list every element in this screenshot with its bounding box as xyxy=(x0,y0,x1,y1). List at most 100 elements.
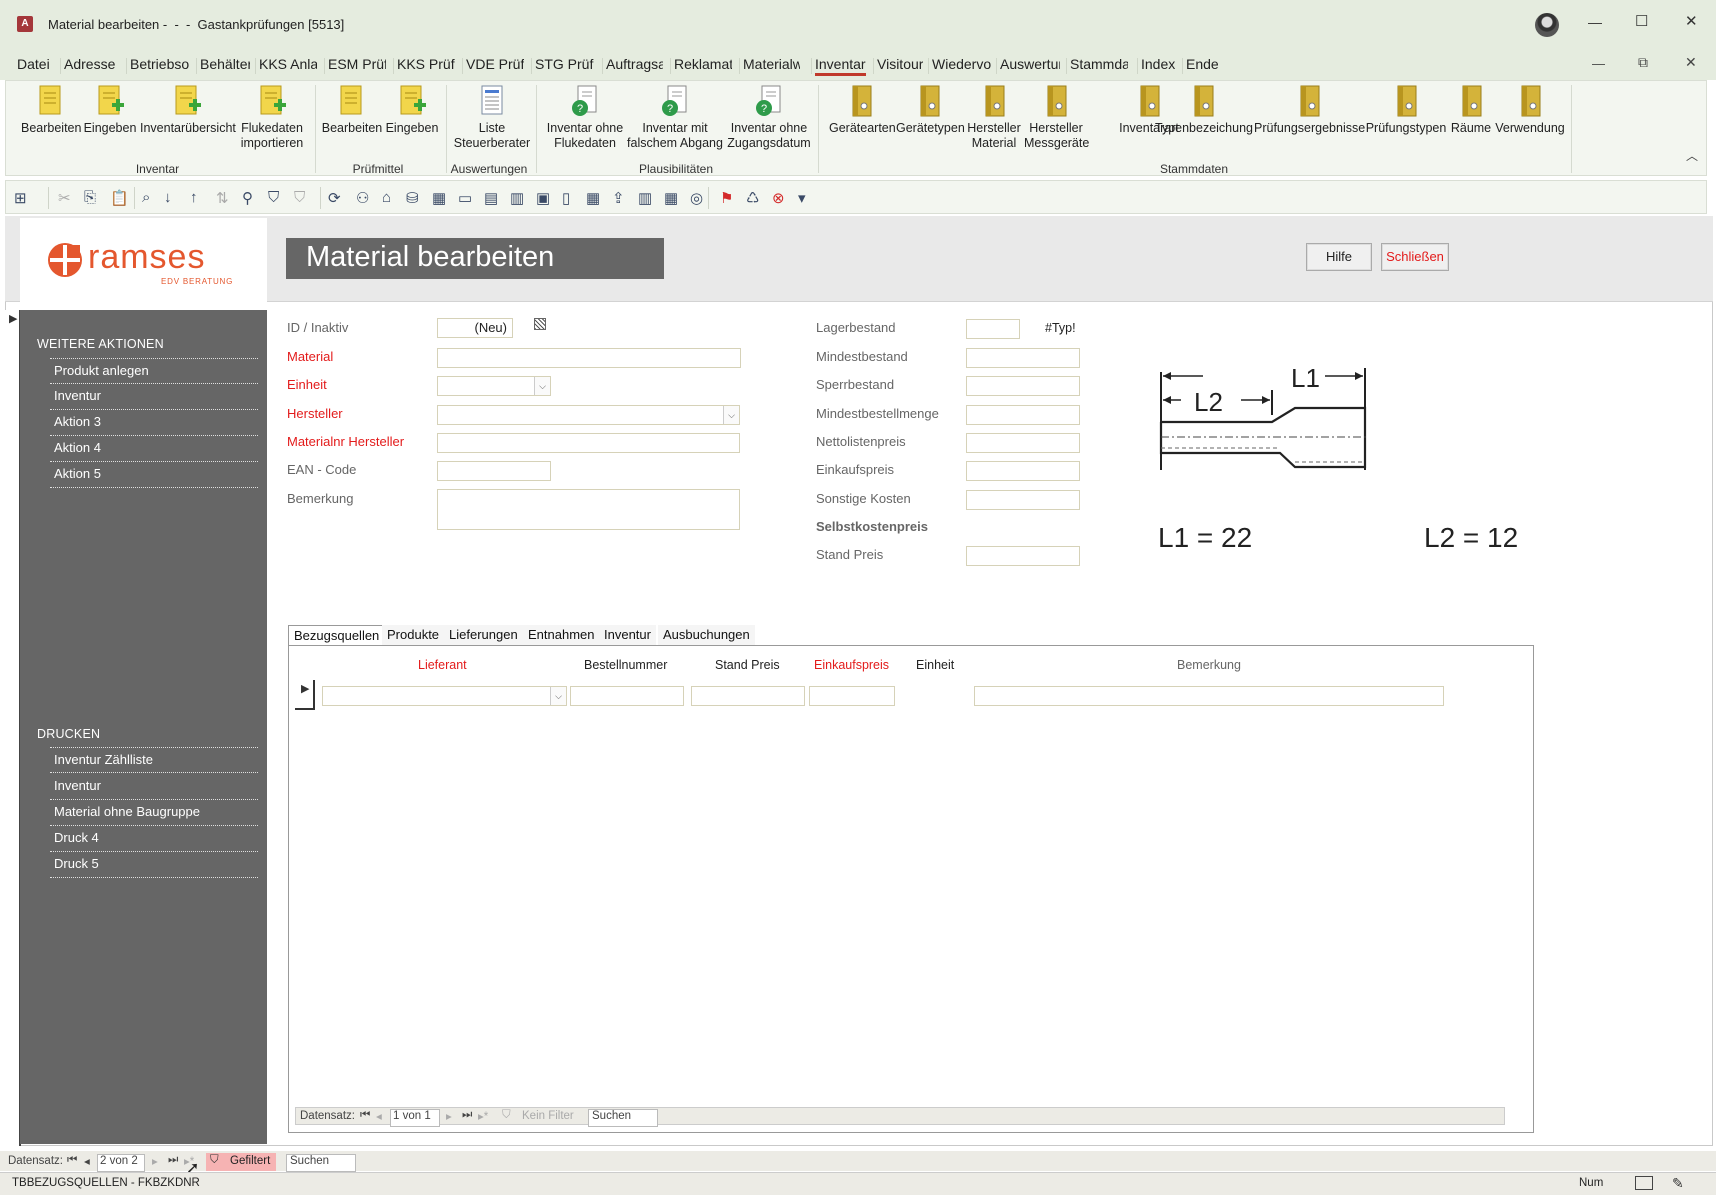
menu-item-kks-anlag[interactable]: KKS Anlag xyxy=(259,56,317,72)
sidebar-item-inventur-druck[interactable]: Inventur xyxy=(50,774,258,800)
inner-restore-button[interactable]: ⧉ xyxy=(1638,54,1648,71)
materialnr-field[interactable] xyxy=(437,433,740,453)
remove-filter-icon[interactable]: ⛉ xyxy=(294,189,312,207)
menu-item-vde-prüfur[interactable]: VDE Prüfur xyxy=(466,56,524,72)
sort-asc-icon[interactable]: ↓ xyxy=(164,189,182,207)
chart-icon[interactable]: ▥ xyxy=(638,189,656,207)
subform-filter-status[interactable]: Kein Filter xyxy=(522,1110,574,1128)
material-field[interactable] xyxy=(437,348,741,368)
menu-item-datei[interactable]: Datei xyxy=(17,56,50,72)
ribbon-inventar-eingeben-button[interactable]: Eingeben xyxy=(82,84,138,136)
ean-field[interactable] xyxy=(437,461,551,481)
ribbon-pruefmittel-eingeben-button[interactable]: Eingeben xyxy=(384,84,440,136)
sidebar-item-aktion-4[interactable]: Aktion 4 xyxy=(50,436,258,462)
advanced-filter-icon[interactable]: ⚲ xyxy=(242,189,260,207)
sidebar-item-inventur-zaehlliste[interactable]: Inventur Zählliste xyxy=(50,747,258,773)
einkaufspreis-field[interactable] xyxy=(966,461,1080,481)
cancel-icon[interactable]: ⊗ xyxy=(772,189,790,207)
inner-minimize-button[interactable]: — xyxy=(1592,56,1605,71)
sidebar-item-aktion-3[interactable]: Aktion 3 xyxy=(50,410,258,436)
main-first-record-icon[interactable]: ⏮ xyxy=(67,1154,77,1172)
sonstige-kosten-field[interactable] xyxy=(966,490,1080,510)
nettolistenpreis-field[interactable] xyxy=(966,433,1080,453)
stand-preis-cell[interactable] xyxy=(691,686,805,706)
subform-filter-icon[interactable]: ⛉ xyxy=(502,1109,511,1127)
ribbon-geraetearten-button[interactable]: Gerätearten xyxy=(829,84,896,136)
hersteller-combo[interactable]: ⌵ xyxy=(437,405,740,425)
main-next-record-icon[interactable]: ▸ xyxy=(152,1154,158,1172)
macro-icon[interactable]: ▣ xyxy=(536,189,554,207)
close-window-button[interactable]: ✕ xyxy=(1685,12,1698,30)
ribbon-verwendung-button[interactable]: Verwendung xyxy=(1494,84,1566,136)
ribbon-raeume-button[interactable]: Räume xyxy=(1450,84,1492,136)
menu-item-betriebsor[interactable]: Betriebsor xyxy=(130,56,190,72)
user-avatar[interactable] xyxy=(1535,13,1559,37)
sidebar-item-material-ohne-baugruppe[interactable]: Material ohne Baugruppe xyxy=(50,800,258,826)
subform-record-position[interactable]: 1 von 1 xyxy=(390,1109,440,1127)
sidebar-item-inventur[interactable]: Inventur xyxy=(50,384,258,410)
subform-next-record-icon[interactable]: ▸ xyxy=(446,1109,452,1127)
grid-icon[interactable]: ▦ xyxy=(664,189,682,207)
ribbon-inventar-ohne-zugangsdatum-button[interactable]: ? Inventar ohne Zugangsdatum xyxy=(726,84,812,151)
menu-item-behälter[interactable]: Behälter xyxy=(200,56,250,72)
sidebar-item-produkt-anlegen[interactable]: Produkt anlegen xyxy=(50,358,258,384)
view-icon[interactable]: ⊞ xyxy=(14,189,32,207)
ribbon-collapse-icon[interactable]: ︿ xyxy=(1686,147,1698,164)
form-view-icon[interactable] xyxy=(1635,1176,1653,1190)
menu-item-stammdat[interactable]: Stammdat xyxy=(1070,56,1128,72)
inaktiv-checkbox[interactable] xyxy=(534,318,546,330)
tab-bezugsquellen[interactable]: Bezugsquellen xyxy=(288,625,386,647)
ribbon-typenbezeichung-button[interactable]: Typenbezeichung xyxy=(1155,84,1253,136)
menu-item-kks-prüfur[interactable]: KKS Prüfur xyxy=(397,56,455,72)
recycle-icon[interactable]: ♺ xyxy=(746,189,764,207)
subform-record-selector[interactable]: ▶ xyxy=(295,680,315,710)
minimize-button[interactable]: — xyxy=(1588,14,1602,30)
main-record-position[interactable]: 2 von 2 xyxy=(97,1154,145,1172)
tab-inventur[interactable]: Inventur xyxy=(599,625,656,646)
query-icon[interactable]: ▥ xyxy=(510,189,528,207)
mindestbestellmenge-field[interactable] xyxy=(966,405,1080,425)
menu-item-wiedervor[interactable]: Wiedervor xyxy=(932,56,992,72)
form-icon[interactable]: ▭ xyxy=(458,189,476,207)
main-prev-record-icon[interactable]: ◂ xyxy=(84,1154,90,1172)
filter-icon[interactable]: ⛉ xyxy=(268,189,286,207)
menu-item-ende[interactable]: Ende xyxy=(1186,56,1218,72)
menu-item-auftragsat[interactable]: Auftragsat xyxy=(606,56,663,72)
menu-item-visitour[interactable]: Visitour xyxy=(877,56,923,72)
id-field[interactable]: (Neu) xyxy=(437,318,513,338)
sperrbestand-field[interactable] xyxy=(966,376,1080,396)
calendar-icon[interactable]: ▦ xyxy=(586,189,604,207)
subform-last-record-icon[interactable]: ⏭ xyxy=(462,1109,472,1127)
subform-new-record-icon[interactable]: ▸* xyxy=(478,1109,488,1127)
ribbon-hersteller-messgeraete-button[interactable]: Hersteller Messgeräte xyxy=(1024,84,1089,151)
ribbon-inventar-bearbeiten-button[interactable]: Bearbeiten xyxy=(21,84,81,136)
sidebar-item-druck-5[interactable]: Druck 5 xyxy=(50,852,258,878)
menu-item-stg-prüfur[interactable]: STG Prüfur xyxy=(535,56,594,72)
chevron-down-icon[interactable]: ⌵ xyxy=(723,406,739,424)
menu-item-materialwi[interactable]: Materialwi xyxy=(743,56,800,72)
einkaufspreis-cell[interactable] xyxy=(809,686,895,706)
inner-close-button[interactable]: ✕ xyxy=(1685,54,1697,71)
einheit-combo[interactable]: ⌵ xyxy=(437,376,551,396)
close-form-button[interactable]: Schließen xyxy=(1381,243,1449,271)
ribbon-pruefungsergebnisse-button[interactable]: Prüfungsergebnisse xyxy=(1254,84,1365,136)
table-icon[interactable]: ▦ xyxy=(432,189,450,207)
chevron-down-icon[interactable]: ⌵ xyxy=(550,687,566,705)
tab-entnahmen[interactable]: Entnahmen xyxy=(523,625,600,646)
design-view-icon[interactable]: ✎ xyxy=(1672,1175,1684,1192)
menu-item-esm-prüfu[interactable]: ESM Prüfu xyxy=(328,56,386,72)
subform-search-input[interactable]: Suchen xyxy=(588,1109,658,1127)
ribbon-pruefungstypen-button[interactable]: Prüfungstypen xyxy=(1365,84,1447,136)
subform-prev-record-icon[interactable]: ◂ xyxy=(376,1109,382,1127)
paste-icon[interactable]: 📋 xyxy=(110,189,129,207)
find-icon[interactable]: ⌕ xyxy=(142,189,160,207)
report-icon[interactable]: ▤ xyxy=(484,189,502,207)
lieferant-combo[interactable]: ⌵ xyxy=(322,686,567,706)
ribbon-inventar-falscher-abgang-button[interactable]: ? Inventar mit falschem Abgang xyxy=(627,84,723,151)
bemerkung-cell[interactable] xyxy=(974,686,1444,706)
export-icon[interactable]: ⇪ xyxy=(612,189,630,207)
lagerbestand-field[interactable] xyxy=(966,319,1020,339)
menu-item-reklamatic[interactable]: Reklamatic xyxy=(674,56,732,72)
chevron-down-icon[interactable]: ⌵ xyxy=(534,377,550,395)
help-button[interactable]: Hilfe xyxy=(1306,243,1372,271)
